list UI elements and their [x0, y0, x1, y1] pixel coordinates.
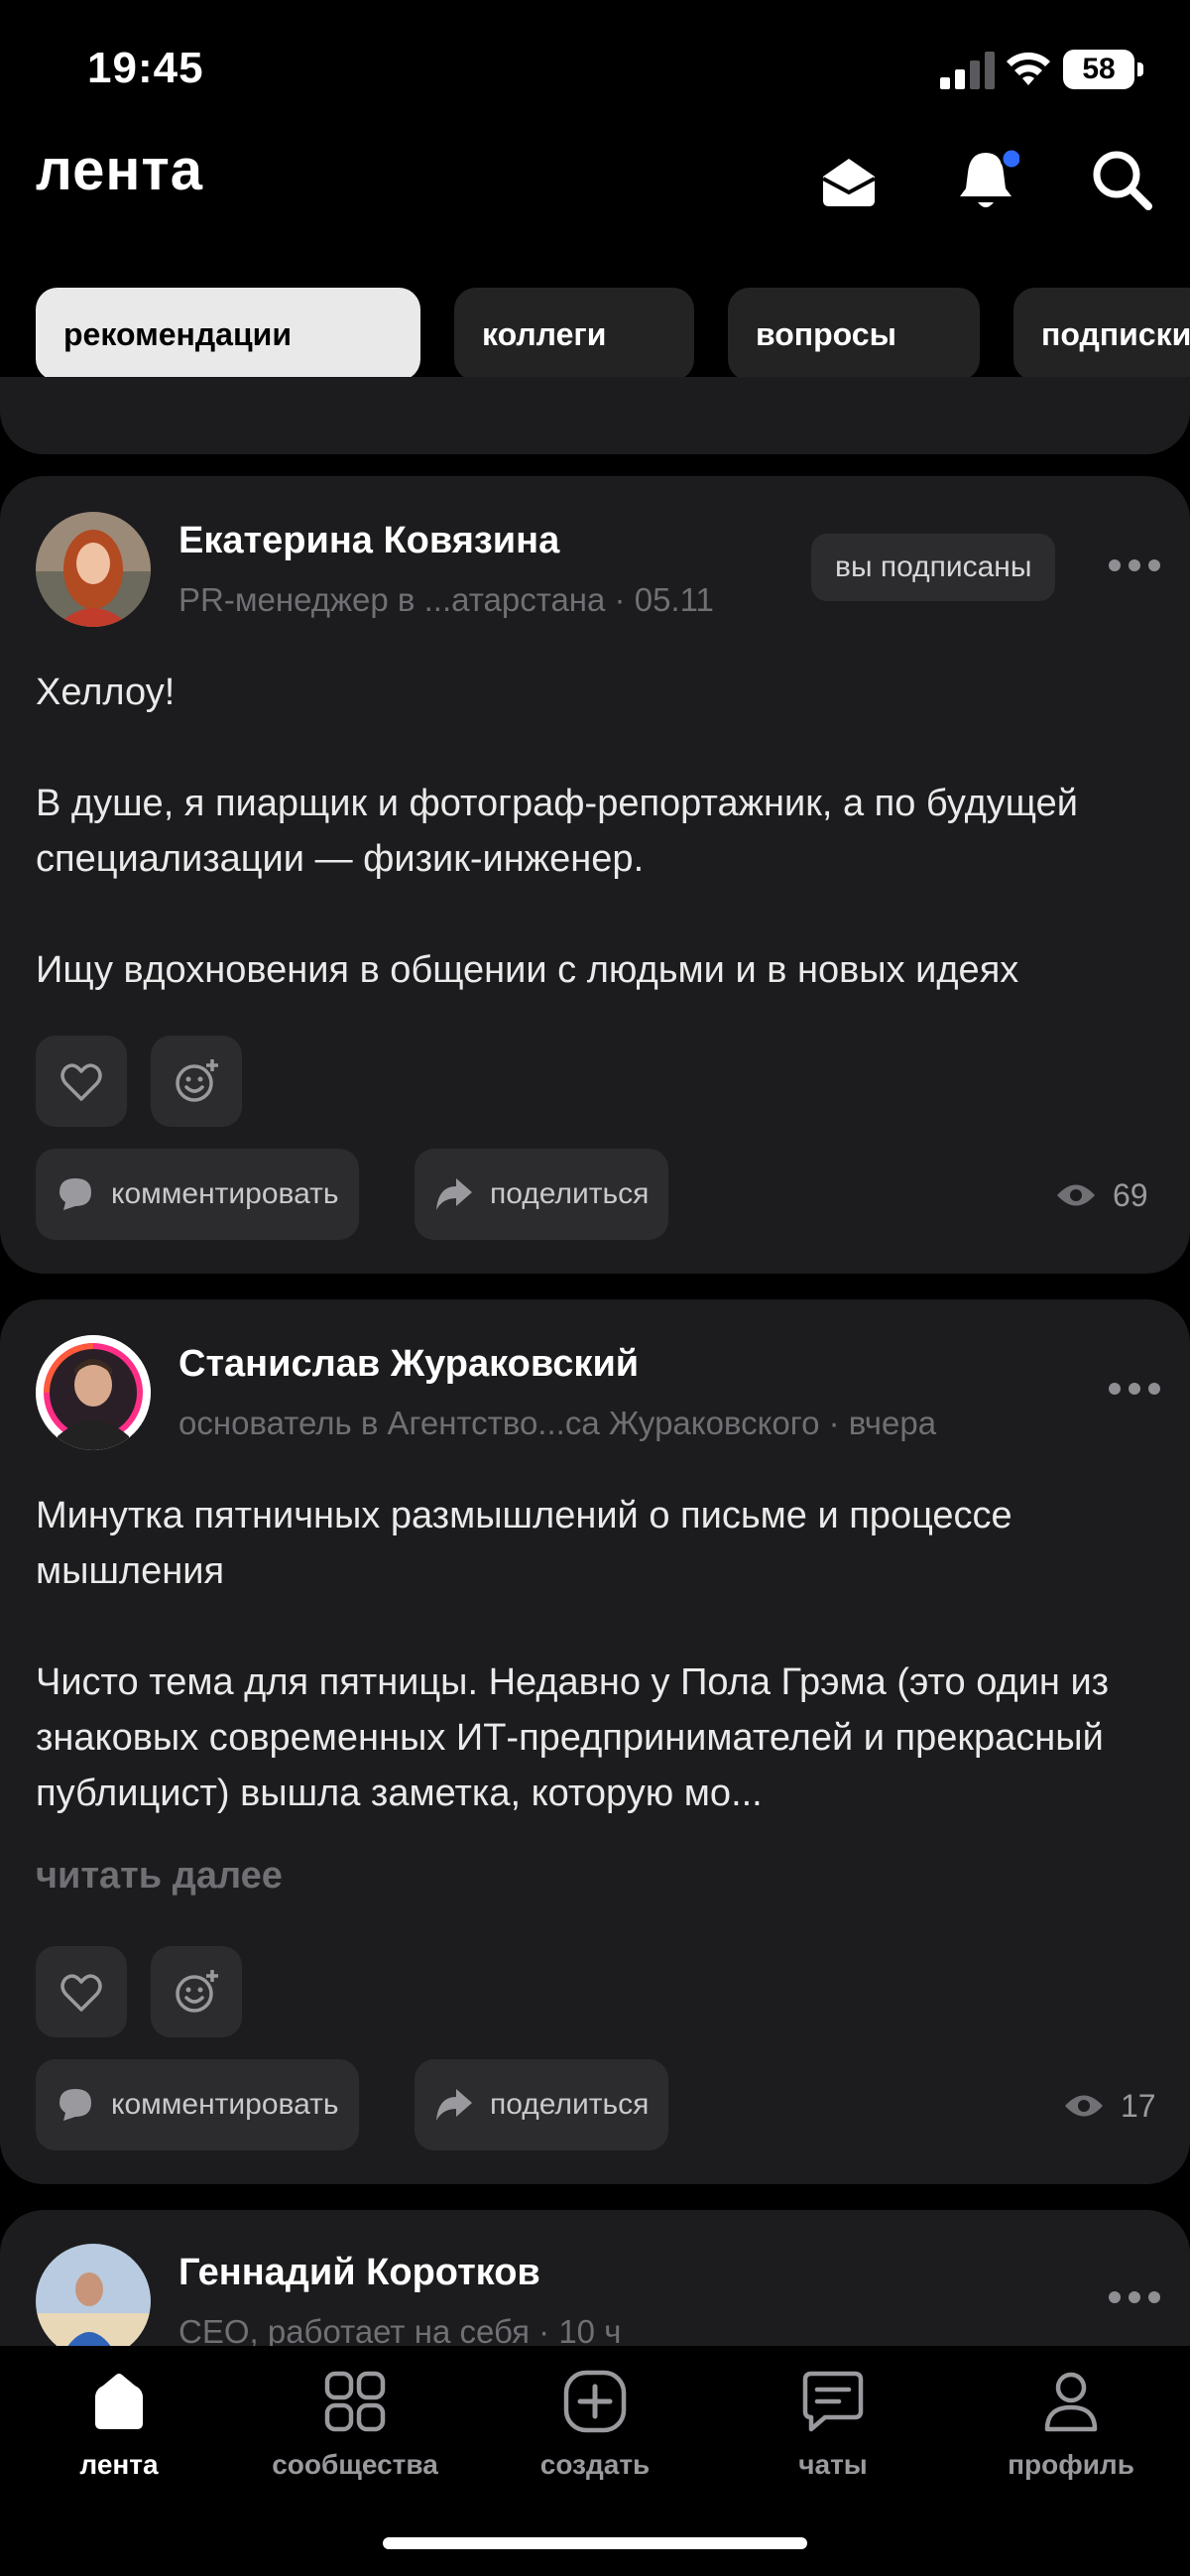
post-paragraph: В душе, я пиарщик и фотограф-репортажник…: [36, 783, 1078, 880]
share-icon: [436, 1178, 472, 1210]
post-paragraph: Хеллоу!: [36, 672, 176, 713]
comment-button[interactable]: комментировать: [36, 1149, 359, 1240]
add-reaction-button[interactable]: [151, 1946, 242, 2037]
post-meta: PR-менеджер в ...атарстана · 05.11: [178, 581, 714, 618]
eye-icon: [1065, 2095, 1103, 2117]
comment-label: комментировать: [111, 1177, 339, 1210]
home-indicator: [383, 2537, 807, 2549]
person-icon: [1044, 2372, 1098, 2432]
more-options-icon[interactable]: [1109, 2291, 1160, 2305]
post-meta: основатель в Агентство...са Жураковского…: [178, 1405, 937, 1441]
tabbar-feed[interactable]: лента: [20, 2368, 218, 2497]
tab-subscriptions[interactable]: подписки: [1013, 288, 1190, 381]
feed-tabs: рекомендации коллеги вопросы подписки: [0, 288, 1190, 383]
battery-cap: [1137, 62, 1143, 76]
read-more-link[interactable]: читать далее: [36, 1855, 283, 1898]
tab-questions[interactable]: вопросы: [728, 288, 980, 381]
tabbar-label: лента: [79, 2449, 159, 2480]
share-label: поделиться: [490, 2088, 650, 2121]
tabbar-create[interactable]: создать: [496, 2368, 694, 2497]
home-icon: [95, 2374, 143, 2429]
bell-icon[interactable]: [952, 147, 1023, 214]
post-card: Станислав Жураковский основатель в Агент…: [0, 1299, 1190, 2184]
share-label: поделиться: [490, 1177, 650, 1210]
tabbar-label: сообщества: [272, 2449, 438, 2480]
emoji-add-icon: [176, 1970, 218, 2013]
avatar[interactable]: [36, 512, 151, 627]
comment-icon: [60, 2089, 91, 2121]
share-icon: [436, 2089, 472, 2121]
search-icon[interactable]: [1089, 147, 1156, 214]
views-count: 17: [1121, 2088, 1156, 2124]
tabbar-communities[interactable]: сообщества: [256, 2368, 454, 2497]
emoji-add-icon: [176, 1059, 218, 1102]
add-reaction-button[interactable]: [151, 1036, 242, 1127]
tabbar-profile[interactable]: профиль: [972, 2368, 1170, 2497]
like-button[interactable]: [36, 1036, 127, 1127]
mail-icon[interactable]: [815, 147, 883, 214]
share-button[interactable]: поделиться: [415, 2059, 669, 2150]
post-author[interactable]: Геннадий Коротков: [178, 2252, 540, 2294]
status-time: 19:45: [87, 44, 204, 92]
tabbar-label: чаты: [798, 2449, 868, 2480]
views-counter: 17: [1063, 2081, 1172, 2131]
tab-colleagues[interactable]: коллеги: [454, 288, 694, 381]
post-paragraph: Ищу вдохновения в общении с людьми и в н…: [36, 949, 1019, 991]
status-bar: 19:45 58: [0, 0, 1190, 139]
tabbar-label: создать: [539, 2449, 651, 2480]
tabbar-chats[interactable]: чаты: [734, 2368, 932, 2497]
share-button[interactable]: поделиться: [415, 1149, 669, 1240]
heart-icon: [60, 1063, 102, 1101]
previous-post-card: [0, 377, 1190, 454]
heart-icon: [60, 1974, 102, 2012]
tab-recommendations[interactable]: рекомендации: [36, 288, 420, 381]
comment-label: комментировать: [111, 2088, 339, 2121]
avatar[interactable]: [36, 2244, 151, 2359]
chat-icon: [802, 2371, 864, 2432]
post-author[interactable]: Станислав Жураковский: [178, 1343, 639, 1386]
plus-square-icon: [563, 2370, 627, 2433]
wifi-icon: [1007, 52, 1050, 85]
comment-button[interactable]: комментировать: [36, 2059, 359, 2150]
battery-level: 58: [1063, 50, 1134, 89]
post-paragraph: Минутка пятничных размышлений о письме и…: [36, 1495, 1012, 1592]
cellular-signal-icon: [940, 52, 995, 89]
tabbar-label: профиль: [1008, 2449, 1134, 2480]
more-options-icon[interactable]: [1109, 559, 1160, 573]
avatar[interactable]: [36, 1335, 151, 1450]
post-author[interactable]: Екатерина Ковязина: [178, 520, 559, 562]
grid-icon: [324, 2371, 386, 2432]
battery-indicator: 58: [1063, 50, 1144, 89]
subscribed-badge[interactable]: вы подписаны: [811, 534, 1056, 601]
views-count: 69: [1113, 1177, 1148, 1213]
post-card: Екатерина Ковязина PR-менеджер в ...атар…: [0, 476, 1190, 1274]
comment-icon: [60, 1178, 91, 1210]
views-counter: 69: [1055, 1170, 1164, 1220]
more-options-icon[interactable]: [1109, 1383, 1160, 1397]
eye-icon: [1057, 1184, 1095, 1206]
post-paragraph: Чисто тема для пятницы. Недавно у Пола Г…: [36, 1661, 1110, 1814]
app-logo: лента: [36, 138, 204, 202]
like-button[interactable]: [36, 1946, 127, 2037]
